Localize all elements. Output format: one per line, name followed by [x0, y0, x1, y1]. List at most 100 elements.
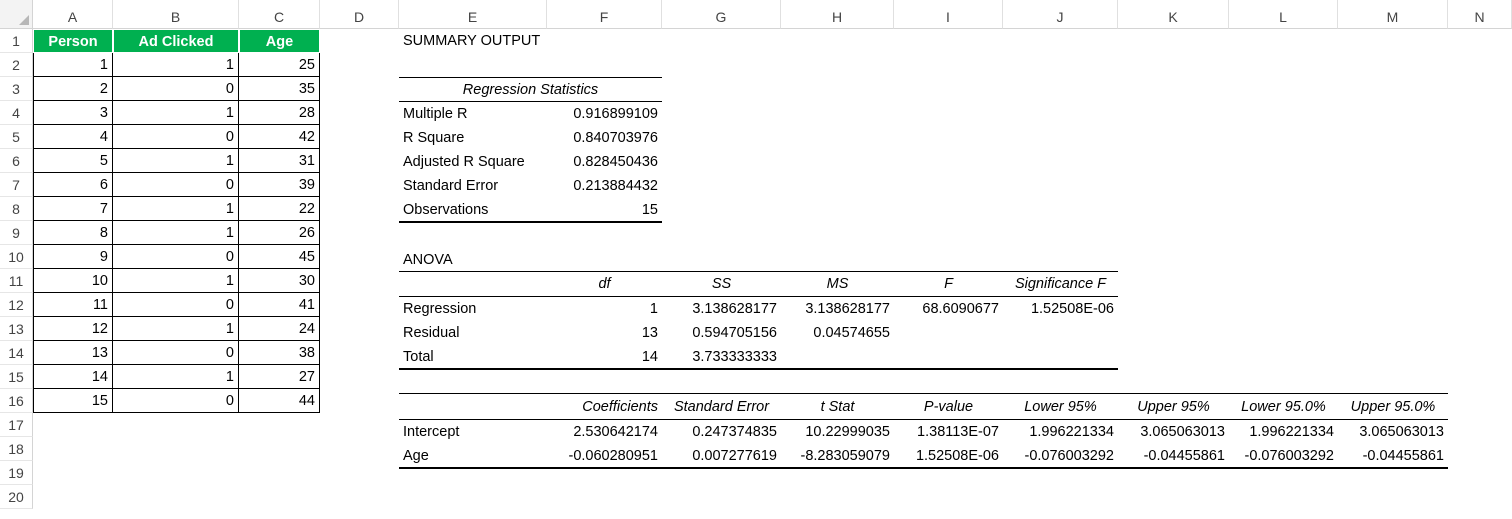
anova-header-f[interactable]: F	[894, 272, 1003, 296]
column-header-m[interactable]: M	[1338, 0, 1448, 29]
column-header-c[interactable]: C	[239, 0, 320, 29]
table-cell-age[interactable]: 41	[239, 293, 320, 317]
table-cell-person[interactable]: 15	[33, 389, 113, 413]
coef-cell-upper-95-0[interactable]: 3.065063013	[1338, 420, 1448, 444]
column-header-n[interactable]: N	[1448, 0, 1512, 29]
anova-cell-ms[interactable]: 0.04574655	[781, 321, 894, 345]
table-cell-ad-clicked[interactable]: 0	[113, 341, 239, 365]
table-cell-age[interactable]: 42	[239, 125, 320, 149]
table-cell-person[interactable]: 4	[33, 125, 113, 149]
table-cell-age[interactable]: 24	[239, 317, 320, 341]
table-cell-age[interactable]: 39	[239, 173, 320, 197]
table-cell-age[interactable]: 44	[239, 389, 320, 413]
anova-header-ms[interactable]: MS	[781, 272, 894, 296]
table-cell-age[interactable]: 25	[239, 53, 320, 77]
table-cell-ad-clicked[interactable]: 1	[113, 365, 239, 389]
coef-cell-upper-95[interactable]: 3.065063013	[1118, 420, 1229, 444]
anova-cell-df[interactable]: 14	[547, 345, 662, 369]
coef-header-coefficients[interactable]: Coefficients	[547, 395, 662, 419]
coef-cell-standard-error[interactable]: 0.247374835	[662, 420, 781, 444]
table-cell-age[interactable]: 35	[239, 77, 320, 101]
column-header-g[interactable]: G	[662, 0, 781, 29]
table-cell-person[interactable]: 8	[33, 221, 113, 245]
row-header-8[interactable]: 8	[0, 197, 33, 221]
coef-cell-upper-95[interactable]: -0.04455861	[1118, 444, 1229, 468]
coef-row-label[interactable]: Age	[399, 444, 547, 468]
coef-cell-lower-95[interactable]: 1.996221334	[1003, 420, 1118, 444]
table-cell-ad-clicked[interactable]: 1	[113, 317, 239, 341]
coef-header-p-value[interactable]: P-value	[894, 395, 1003, 419]
coef-cell-upper-95-0[interactable]: -0.04455861	[1338, 444, 1448, 468]
row-header-5[interactable]: 5	[0, 125, 33, 149]
column-header-l[interactable]: L	[1229, 0, 1338, 29]
anova-cell-f[interactable]: 68.6090677	[894, 297, 1003, 321]
table-cell-age[interactable]: 31	[239, 149, 320, 173]
column-header-f[interactable]: F	[547, 0, 662, 29]
anova-header-significance-f[interactable]: Significance F	[1003, 272, 1118, 296]
coef-cell-lower-95[interactable]: -0.076003292	[1003, 444, 1118, 468]
row-header-12[interactable]: 12	[0, 293, 33, 317]
coef-cell-p-value[interactable]: 1.38113E-07	[894, 420, 1003, 444]
row-header-11[interactable]: 11	[0, 269, 33, 293]
row-header-20[interactable]: 20	[0, 485, 33, 509]
row-header-13[interactable]: 13	[0, 317, 33, 341]
regstats-label[interactable]: Adjusted R Square	[399, 150, 547, 174]
table-cell-age[interactable]: 26	[239, 221, 320, 245]
table-cell-age[interactable]: 22	[239, 197, 320, 221]
table-cell-ad-clicked[interactable]: 1	[113, 197, 239, 221]
table-cell-ad-clicked[interactable]: 0	[113, 245, 239, 269]
table-cell-person[interactable]: 3	[33, 101, 113, 125]
table-cell-ad-clicked[interactable]: 1	[113, 221, 239, 245]
regstats-label[interactable]: Multiple R	[399, 102, 547, 126]
table-header-age[interactable]: Age	[239, 29, 320, 53]
table-header-ad-clicked[interactable]: Ad Clicked	[113, 29, 239, 53]
anova-row-label[interactable]: Total	[399, 345, 547, 369]
coef-cell-lower-95-0[interactable]: -0.076003292	[1229, 444, 1338, 468]
table-cell-person[interactable]: 13	[33, 341, 113, 365]
table-cell-ad-clicked[interactable]: 0	[113, 389, 239, 413]
anova-header-ss[interactable]: SS	[662, 272, 781, 296]
coef-header-lower-95-0[interactable]: Lower 95.0%	[1229, 395, 1338, 419]
table-cell-person[interactable]: 5	[33, 149, 113, 173]
row-header-4[interactable]: 4	[0, 101, 33, 125]
anova-cell-ss[interactable]: 3.138628177	[662, 297, 781, 321]
table-cell-person[interactable]: 7	[33, 197, 113, 221]
anova-cell-ss[interactable]: 0.594705156	[662, 321, 781, 345]
table-cell-age[interactable]: 30	[239, 269, 320, 293]
coef-cell-standard-error[interactable]: 0.007277619	[662, 444, 781, 468]
regstats-value[interactable]: 0.828450436	[547, 150, 662, 174]
anova-cell-significance-f[interactable]: 1.52508E-06	[1003, 297, 1118, 321]
column-header-j[interactable]: J	[1003, 0, 1118, 29]
coef-cell-t-stat[interactable]: 10.22999035	[781, 420, 894, 444]
coef-cell-p-value[interactable]: 1.52508E-06	[894, 444, 1003, 468]
coef-header-upper-95[interactable]: Upper 95%	[1118, 395, 1229, 419]
regstats-value[interactable]: 15	[547, 198, 662, 222]
column-header-d[interactable]: D	[320, 0, 399, 29]
column-header-a[interactable]: A	[33, 0, 113, 29]
table-cell-ad-clicked[interactable]: 0	[113, 293, 239, 317]
coef-header-t-stat[interactable]: t Stat	[781, 395, 894, 419]
row-header-10[interactable]: 10	[0, 245, 33, 269]
coef-header-standard-error[interactable]: Standard Error	[662, 395, 781, 419]
row-header-6[interactable]: 6	[0, 149, 33, 173]
table-cell-ad-clicked[interactable]: 0	[113, 173, 239, 197]
regstats-label[interactable]: Observations	[399, 198, 547, 222]
coef-header-upper-95-0[interactable]: Upper 95.0%	[1338, 395, 1448, 419]
regstats-label[interactable]: R Square	[399, 126, 547, 150]
row-header-7[interactable]: 7	[0, 173, 33, 197]
anova-cell-df[interactable]: 1	[547, 297, 662, 321]
table-cell-person[interactable]: 9	[33, 245, 113, 269]
anova-title[interactable]: ANOVA	[399, 248, 547, 272]
row-header-19[interactable]: 19	[0, 461, 33, 485]
row-header-17[interactable]: 17	[0, 413, 33, 437]
anova-cell-ms[interactable]: 3.138628177	[781, 297, 894, 321]
table-cell-ad-clicked[interactable]: 0	[113, 125, 239, 149]
table-cell-person[interactable]: 10	[33, 269, 113, 293]
row-header-1[interactable]: 1	[0, 29, 33, 53]
table-cell-age[interactable]: 28	[239, 101, 320, 125]
anova-cell-df[interactable]: 13	[547, 321, 662, 345]
table-cell-ad-clicked[interactable]: 1	[113, 101, 239, 125]
table-cell-ad-clicked[interactable]: 0	[113, 77, 239, 101]
anova-cell-ss[interactable]: 3.733333333	[662, 345, 781, 369]
coef-cell-t-stat[interactable]: -8.283059079	[781, 444, 894, 468]
